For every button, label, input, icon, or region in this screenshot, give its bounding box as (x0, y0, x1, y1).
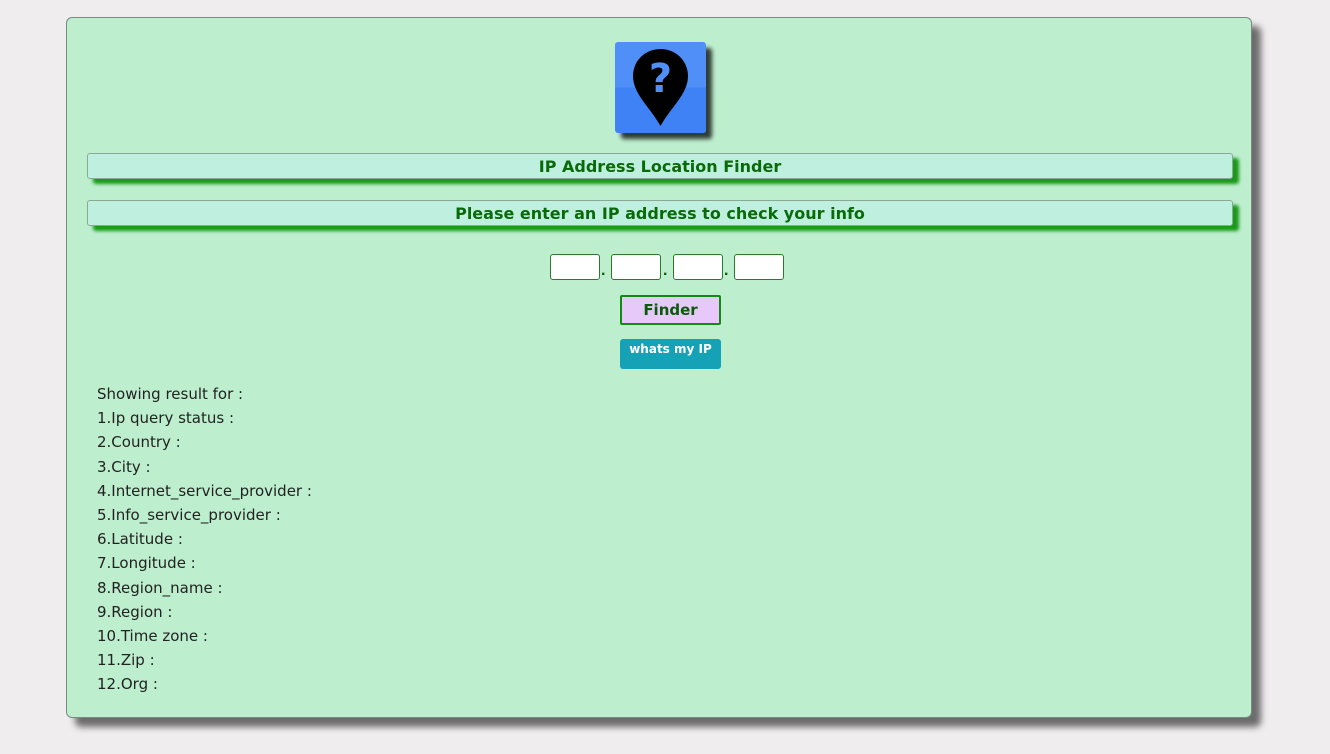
ip-octet-2-input[interactable] (611, 254, 661, 280)
octet-separator: . (663, 262, 668, 279)
result-longitude: 7.Longitude : (97, 554, 196, 573)
ip-octet-4-input[interactable] (734, 254, 784, 280)
result-zip: 11.Zip : (97, 651, 155, 670)
ip-octet-3-input[interactable] (673, 254, 723, 280)
octet-separator: . (601, 262, 606, 279)
ip-octet-1-input[interactable] (550, 254, 600, 280)
whats-my-ip-button[interactable]: whats my IP (620, 339, 721, 369)
results-list: Showing result for : 1.Ip query status :… (97, 382, 312, 696)
result-region: 9.Region : (97, 602, 173, 621)
result-region-name: 8.Region_name : (97, 578, 223, 597)
results-heading: Showing result for : (97, 385, 244, 403)
result-country: 2.Country : (97, 433, 181, 452)
instruction-banner: Please enter an IP address to check your… (87, 200, 1233, 226)
result-info-service-provider: 5.Info_service_provider : (97, 505, 281, 524)
octet-separator: . (724, 262, 729, 279)
svg-text:?: ? (649, 56, 672, 102)
location-pin-question-icon: ? (633, 49, 688, 126)
result-city: 3.City : (97, 457, 151, 476)
result-time-zone: 10.Time zone : (97, 626, 208, 645)
result-ip-query-status: 1.Ip query status : (97, 409, 235, 428)
result-internet-service-provider: 4.Internet_service_provider : (97, 481, 312, 500)
result-org: 12.Org : (97, 675, 158, 694)
finder-button[interactable]: Finder (620, 295, 721, 325)
app-logo: ? (615, 42, 706, 133)
result-latitude: 6.Latitude : (97, 530, 183, 549)
page-title: IP Address Location Finder (87, 153, 1233, 179)
finder-card: ? IP Address Location Finder Please ente… (66, 17, 1252, 718)
